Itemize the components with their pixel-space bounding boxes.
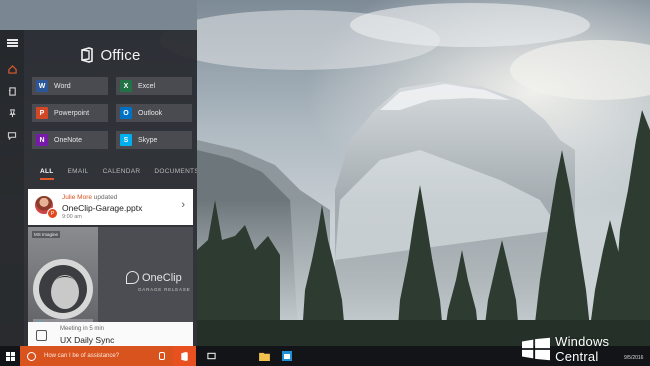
activity-tabs: ALL EMAIL CALENDAR DOCUMENTS — [40, 168, 197, 182]
app-tile-word[interactable]: W Word — [32, 77, 108, 95]
pin-icon[interactable] — [0, 102, 24, 124]
word-icon: W — [36, 80, 48, 92]
feedback-icon[interactable] — [0, 124, 24, 146]
powerpoint-icon: P — [36, 107, 48, 119]
side-rail — [0, 30, 24, 346]
windows-logo-icon — [5, 351, 15, 361]
search-placeholder: How can I be of assistance? — [44, 353, 120, 359]
microphone-icon[interactable] — [159, 352, 165, 360]
skype-icon: S — [120, 134, 132, 146]
app-tile-outlook[interactable]: O Outlook — [116, 104, 192, 122]
task-view-button[interactable] — [203, 346, 219, 366]
start-button[interactable] — [0, 346, 20, 366]
activity-card[interactable]: P Julie More updated OneClip-Garage.pptx… — [28, 189, 193, 225]
app-grid: W Word X Excel P Powerpoint O Outlook N … — [32, 77, 192, 149]
chevron-right-icon[interactable]: › — [181, 199, 185, 211]
office-hub-panel: Office W Word X Excel P Powerpoint O Out… — [24, 30, 197, 346]
store-icon — [282, 351, 292, 361]
windows-central-logo-icon — [522, 337, 551, 361]
activity-file-name: OneClip-Garage.pptx — [62, 203, 143, 213]
meeting-title: UX Daily Sync — [60, 335, 115, 345]
tab-documents[interactable]: DOCUMENTS — [154, 168, 197, 182]
excel-icon: X — [120, 80, 132, 92]
calendar-icon — [36, 330, 47, 341]
meeting-reminder: Meeting in 5 min — [60, 326, 105, 332]
office-header: Office — [24, 44, 197, 66]
task-view-icon — [206, 352, 216, 360]
onenote-icon: N — [36, 134, 48, 146]
tab-calendar[interactable]: CALENDAR — [103, 168, 141, 182]
oneclip-title: OneClip — [142, 271, 182, 284]
tab-email[interactable]: EMAIL — [68, 168, 89, 182]
store-button[interactable] — [279, 346, 295, 366]
app-tile-powerpoint[interactable]: P Powerpoint — [32, 104, 108, 122]
watermark-date: 9/5/2016 — [624, 355, 644, 361]
promo-tag: MS Imagine — [32, 231, 61, 238]
office-taskbar-button[interactable] — [173, 346, 196, 366]
activity-time: 9:00 am — [62, 214, 82, 220]
office-logo-icon — [81, 47, 94, 63]
app-tile-excel[interactable]: X Excel — [116, 77, 192, 95]
activity-summary: Julie More updated — [62, 194, 117, 201]
activity-action: updated — [93, 194, 118, 201]
office-icon — [181, 351, 188, 361]
meeting-card[interactable]: Meeting in 5 min UX Daily Sync — [28, 322, 193, 346]
office-title: Office — [100, 46, 141, 64]
file-explorer-button[interactable] — [256, 346, 272, 366]
activity-author: Julie More — [62, 194, 92, 201]
app-tile-onenote[interactable]: N OneNote — [32, 131, 108, 149]
tab-all[interactable]: ALL — [40, 168, 54, 182]
powerpoint-badge-icon: P — [47, 208, 58, 219]
folder-icon — [258, 352, 270, 361]
outlook-icon: O — [120, 107, 132, 119]
notebook-icon[interactable] — [0, 80, 24, 102]
cortana-search-box[interactable]: How can I be of assistance? — [20, 346, 173, 366]
app-label: Powerpoint — [54, 109, 90, 117]
oneclip-brand: OneClip — [126, 271, 182, 284]
app-label: Skype — [138, 136, 158, 144]
app-label: Word — [54, 82, 71, 90]
promo-subtitle: GARAGE RELEASE — [138, 287, 191, 292]
menu-icon[interactable] — [0, 32, 24, 54]
oneclip-logo-icon — [126, 271, 139, 284]
app-tile-skype[interactable]: S Skype — [116, 131, 192, 149]
app-label: OneNote — [54, 136, 83, 144]
cortana-icon — [27, 351, 36, 361]
app-label: Outlook — [138, 109, 163, 117]
app-label: Excel — [138, 82, 156, 90]
home-icon[interactable] — [0, 58, 24, 80]
